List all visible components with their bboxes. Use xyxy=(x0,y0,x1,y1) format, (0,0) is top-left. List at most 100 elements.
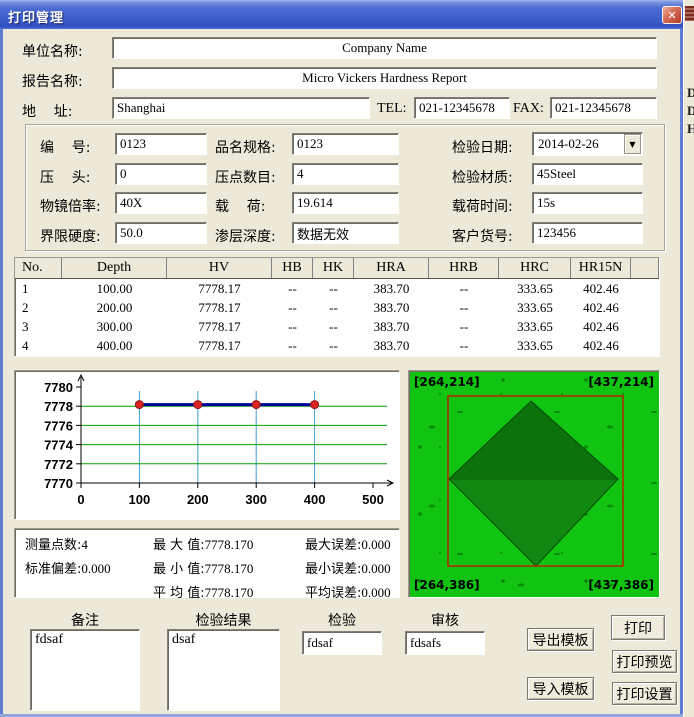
product-spec-input[interactable] xyxy=(292,133,399,155)
title-bar[interactable]: 打印管理 xyxy=(0,0,683,29)
max-label: 最 大 值: xyxy=(153,538,205,553)
magnification-label: 物镜倍率: xyxy=(40,196,101,216)
corner-coordinate-top-left: [264,214] xyxy=(414,375,480,389)
remark-label: 备注 xyxy=(30,610,140,630)
svg-text:7776: 7776 xyxy=(44,418,73,433)
svg-text:500: 500 xyxy=(362,492,384,507)
inspect-date-combobox[interactable]: 2014-02-26 ▼ xyxy=(532,132,643,156)
corner-coordinate-top-right: [437,214] xyxy=(588,375,654,389)
svg-text:300: 300 xyxy=(245,492,267,507)
window-title: 打印管理 xyxy=(8,7,64,26)
results-table: No.DepthHVHBHKHRAHRBHRCHR15N 1100.007778… xyxy=(14,257,660,357)
min-value: 7778.170 xyxy=(205,561,254,576)
limit-hardness-input[interactable] xyxy=(115,222,207,244)
max-error-value: 0.000 xyxy=(361,537,390,552)
avg-label: 平 均 值: xyxy=(153,586,205,601)
results-table-header: No.DepthHVHBHKHRAHRBHRCHR15N xyxy=(15,258,659,279)
specimen-image: [264,214] [437,214] [264,386] [437,386] xyxy=(410,372,658,596)
case-depth-label: 渗层深度: xyxy=(215,226,276,246)
load-label: 载 荷: xyxy=(215,196,266,216)
count-label: 测量点数: xyxy=(25,538,81,553)
print-manager-dialog: 打印管理 ✕ D D H 单位名称: 报告名称: 地 址: TEL: FAX: … xyxy=(0,0,694,717)
svg-text:7770: 7770 xyxy=(44,476,73,491)
fax-input[interactable] xyxy=(550,97,657,119)
export-template-button[interactable]: 导出模板 xyxy=(527,628,594,651)
case-depth-input[interactable] xyxy=(292,222,399,244)
hardness-line-chart: 7770777277747776777877800100200300400500 xyxy=(15,371,399,519)
inspect-result-label: 检验结果 xyxy=(167,610,280,630)
inspect-date-value: 2014-02-26 xyxy=(533,133,623,155)
inspector-label: 检验 xyxy=(302,610,382,630)
remark-textarea[interactable]: fdsaf xyxy=(30,629,140,711)
customer-no-input[interactable] xyxy=(532,222,643,244)
window-border-left xyxy=(0,0,3,717)
tel-input[interactable] xyxy=(414,97,510,119)
table-row: 4400.007778.17----383.70--333.65402.46 xyxy=(15,336,659,355)
stats-row-1: 测量点数:4 最 大 值:7778.170 最大误差:0.000 xyxy=(15,534,399,553)
material-label: 检验材质: xyxy=(452,167,513,187)
close-button[interactable]: ✕ xyxy=(662,6,682,24)
customer-no-label: 客户货号: xyxy=(452,226,513,246)
background-window-icon xyxy=(685,6,694,21)
max-error-label: 最大误差: xyxy=(305,538,361,553)
indentation-diamond-upper xyxy=(449,401,618,479)
serial-label: 编 号: xyxy=(40,137,91,157)
indentation-graphic xyxy=(410,372,658,596)
count-value: 4 xyxy=(81,537,88,552)
print-settings-button[interactable]: 打印设置 xyxy=(612,682,677,705)
company-name-input[interactable] xyxy=(112,37,657,59)
stats-row-2: 标准偏差:0.000 最 小 值:7778.170 最小误差:0.000 xyxy=(15,558,399,577)
tel-label: TEL: xyxy=(377,101,407,117)
svg-text:200: 200 xyxy=(187,492,209,507)
stddev-label: 标准偏差: xyxy=(25,562,81,577)
chevron-down-icon: ▼ xyxy=(629,140,635,149)
close-icon: ✕ xyxy=(667,9,676,22)
point-count-input[interactable] xyxy=(292,163,399,185)
table-row: 3300.007778.17----383.70--333.65402.46 xyxy=(15,317,659,336)
report-name-input[interactable] xyxy=(112,67,657,89)
inspect-result-textarea[interactable]: dsaf xyxy=(167,629,280,711)
import-template-button[interactable]: 导入模板 xyxy=(527,677,594,700)
statistics-panel: 测量点数:4 最 大 值:7778.170 最大误差:0.000 标准偏差:0.… xyxy=(14,528,400,598)
load-time-label: 载荷时间: xyxy=(452,196,513,216)
company-name-label: 单位名称: xyxy=(22,41,83,61)
background-window-edge: D D H xyxy=(683,0,694,717)
corner-coordinate-bottom-left: [264,386] xyxy=(414,578,480,592)
background-window-text: D D H xyxy=(687,84,694,138)
material-input[interactable] xyxy=(532,163,643,185)
magnification-input[interactable] xyxy=(115,192,207,214)
svg-text:7778: 7778 xyxy=(44,399,73,414)
serial-input[interactable] xyxy=(115,133,207,155)
specimen-image-panel: [264,214] [437,214] [264,386] [437,386] xyxy=(408,370,660,598)
auditor-input[interactable] xyxy=(405,631,485,655)
min-error-label: 最小误差: xyxy=(305,562,361,577)
address-input[interactable] xyxy=(112,97,370,119)
product-spec-label: 品名规格: xyxy=(215,137,276,157)
auditor-label: 审核 xyxy=(405,610,485,630)
inspector-input[interactable] xyxy=(302,631,382,655)
svg-text:7772: 7772 xyxy=(44,457,73,472)
stddev-value: 0.000 xyxy=(81,561,110,576)
point-count-label: 压点数目: xyxy=(215,167,276,187)
avg-error-label: 平均误差: xyxy=(305,586,361,601)
inspect-date-label: 检验日期: xyxy=(452,137,513,157)
load-time-input[interactable] xyxy=(532,192,643,214)
min-label: 最 小 值: xyxy=(153,562,205,577)
limit-hardness-label: 界限硬度: xyxy=(40,226,101,246)
inspect-date-dropdown-button[interactable]: ▼ xyxy=(624,134,641,154)
fax-label: FAX: xyxy=(513,101,544,117)
svg-text:0: 0 xyxy=(77,492,84,507)
table-row: 1100.007778.17----383.70--333.65402.46 xyxy=(15,279,659,298)
indenter-label: 压 头: xyxy=(40,167,91,187)
avg-error-value: 0.000 xyxy=(361,585,390,600)
svg-text:400: 400 xyxy=(304,492,326,507)
indenter-input[interactable] xyxy=(115,163,207,185)
print-button[interactable]: 打印 xyxy=(611,615,665,640)
svg-text:7774: 7774 xyxy=(44,438,74,453)
print-preview-button[interactable]: 打印预览 xyxy=(612,650,677,673)
indentation-diamond-lower xyxy=(449,479,618,566)
svg-text:100: 100 xyxy=(129,492,151,507)
corner-coordinate-bottom-right: [437,386] xyxy=(588,578,654,592)
address-label: 地 址: xyxy=(22,101,73,121)
load-input[interactable] xyxy=(292,192,399,214)
